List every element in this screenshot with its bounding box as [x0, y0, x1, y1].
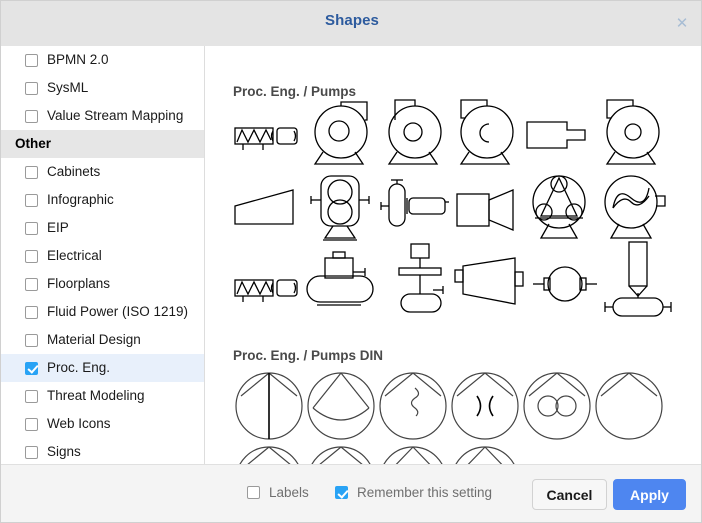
shape-din-pump-brackets-icon[interactable]: [447, 368, 519, 440]
sidebar-item-fluid-power-iso-1219[interactable]: Fluid Power (ISO 1219): [1, 298, 204, 326]
shape-preview-panel[interactable]: Proc. Eng. / Pumps Proc. Eng. / Pumps DI…: [205, 46, 701, 464]
shape-nozzle-icon[interactable]: [523, 114, 595, 176]
sidebar-item-label: SysML: [47, 80, 89, 96]
sidebar-checkbox[interactable]: [25, 81, 38, 95]
section-title-pumps: Proc. Eng. / Pumps: [233, 84, 357, 99]
sidebar-checkbox[interactable]: [25, 165, 38, 179]
remember-setting-label: Remember this setting: [357, 485, 493, 500]
shape-library-sidebar[interactable]: BPMN 2.0 SysML Value Stream Mapping Other Ca…: [1, 46, 205, 464]
sidebar-item-label: Floorplans: [47, 276, 111, 292]
sidebar-checkbox[interactable]: [25, 221, 38, 235]
sidebar-checkbox[interactable]: [25, 109, 38, 123]
shape-cone-pump-icon[interactable]: [453, 254, 525, 316]
shapes-dialog: Shapes ✕ BPMN 2.0 SysML Value Stream Mappi…: [0, 0, 702, 523]
sidebar-item-sysml[interactable]: SysML: [1, 74, 204, 102]
shape-din-pump-twin-circle-icon[interactable]: [519, 368, 591, 440]
apply-button[interactable]: Apply: [613, 479, 686, 510]
shape-centrifugal-pump-alt-icon[interactable]: [377, 98, 449, 165]
sidebar-item-label: Signs: [47, 444, 81, 460]
sidebar-item-value-stream-mapping[interactable]: Value Stream Mapping: [1, 102, 204, 130]
sidebar-item-label: Material Design: [47, 332, 141, 348]
sidebar-checkbox[interactable]: [25, 305, 38, 319]
shape-din-pump-line-icon[interactable]: [231, 368, 303, 440]
shape-s-rotor-pump-icon[interactable]: [595, 172, 667, 239]
cancel-button[interactable]: Cancel: [532, 479, 607, 510]
sidebar-item-label: Web Icons: [47, 416, 111, 432]
sidebar-item-other: Other: [1, 130, 204, 158]
dialog-title: Shapes: [325, 12, 379, 29]
shape-dome-tank-pump-icon[interactable]: [303, 250, 375, 312]
shape-centrifugal-pump-c-icon[interactable]: [449, 98, 521, 165]
sidebar-item-label: Cabinets: [47, 164, 101, 180]
dialog-titlebar: Shapes ✕: [1, 1, 701, 47]
shape-vertical-sealed-pump-icon[interactable]: [385, 242, 457, 313]
sidebar-checkbox[interactable]: [25, 277, 38, 291]
section-title-pumps-din: Proc. Eng. / Pumps DIN: [233, 348, 384, 363]
sidebar-item-threat-modeling[interactable]: Threat Modeling: [1, 382, 204, 410]
labels-label: Labels: [269, 485, 309, 500]
sidebar-item-eip[interactable]: EIP: [1, 214, 204, 242]
shape-wedge-pump-icon[interactable]: [231, 184, 303, 246]
sidebar-checkbox[interactable]: [25, 249, 38, 263]
sidebar-item-label: Fluid Power (ISO 1219): [47, 304, 189, 320]
dialog-body: BPMN 2.0 SysML Value Stream Mapping Other Ca…: [1, 46, 701, 464]
labels-checkbox[interactable]: [247, 486, 260, 499]
sidebar-checkbox[interactable]: [25, 361, 38, 375]
shape-din-pump-plain-icon[interactable]: [591, 368, 663, 440]
sidebar-item-bpmn-2-0[interactable]: BPMN 2.0: [1, 46, 204, 74]
sidebar-item-label: Other: [15, 136, 52, 152]
shape-din-pump-arc-icon[interactable]: [303, 368, 375, 440]
shape-din-pump-row2-b-icon[interactable]: [303, 440, 375, 464]
sidebar-item-label: Proc. Eng.: [47, 360, 111, 376]
remember-setting-checkbox[interactable]: [335, 486, 348, 499]
dialog-footer: Labels Remember this setting Cancel Appl…: [1, 464, 701, 522]
shape-ejector-icon[interactable]: [453, 184, 525, 246]
shape-din-pump-row2-a-icon[interactable]: [231, 440, 303, 464]
sidebar-item-infographic[interactable]: Infographic: [1, 186, 204, 214]
sidebar-item-electrical[interactable]: Electrical: [1, 242, 204, 270]
sidebar-item-signs[interactable]: Signs: [1, 438, 204, 464]
shape-vertical-pump-tank-icon[interactable]: [377, 176, 449, 238]
shape-three-roller-pump-icon[interactable]: [523, 172, 595, 239]
sidebar-item-proc-eng[interactable]: Proc. Eng.: [1, 354, 204, 382]
shape-circle-port-pump-icon[interactable]: [527, 258, 599, 320]
sidebar-checkbox[interactable]: [25, 417, 38, 431]
sidebar-item-cabinets[interactable]: Cabinets: [1, 158, 204, 186]
sidebar-item-label: BPMN 2.0: [47, 52, 109, 68]
remember-setting-checkbox-row[interactable]: Remember this setting: [335, 485, 492, 500]
sidebar-item-label: Value Stream Mapping: [47, 108, 184, 124]
shape-column-tank-pump-icon[interactable]: [601, 238, 673, 317]
sidebar-checkbox[interactable]: [25, 333, 38, 347]
shape-din-pump-wave-icon[interactable]: [375, 368, 447, 440]
sidebar-item-floorplans[interactable]: Floorplans: [1, 270, 204, 298]
sidebar-item-label: Electrical: [47, 248, 102, 264]
sidebar-item-label: EIP: [47, 220, 69, 236]
shape-screw-pump-icon[interactable]: [231, 106, 303, 168]
shape-din-pump-row2-c-icon[interactable]: [375, 440, 447, 464]
sidebar-checkbox[interactable]: [25, 389, 38, 403]
sidebar-checkbox[interactable]: [25, 193, 38, 207]
sidebar-item-web-icons[interactable]: Web Icons: [1, 410, 204, 438]
shape-screw-pump-2-icon[interactable]: [231, 258, 303, 320]
sidebar-item-label: Threat Modeling: [47, 388, 145, 404]
sidebar-item-label: Infographic: [47, 192, 114, 208]
shape-centrifugal-pump-small-icon[interactable]: [595, 98, 667, 165]
sidebar-item-material-design[interactable]: Material Design: [1, 326, 204, 354]
sidebar-checkbox[interactable]: [25, 445, 38, 459]
shape-centrifugal-pump-icon[interactable]: [305, 98, 377, 165]
close-icon[interactable]: ✕: [671, 13, 693, 35]
shape-din-pump-row2-d-icon[interactable]: [447, 440, 519, 464]
sidebar-checkbox[interactable]: [25, 53, 38, 67]
labels-checkbox-row[interactable]: Labels: [247, 485, 309, 500]
shape-twin-circle-pump-icon[interactable]: [305, 172, 377, 241]
